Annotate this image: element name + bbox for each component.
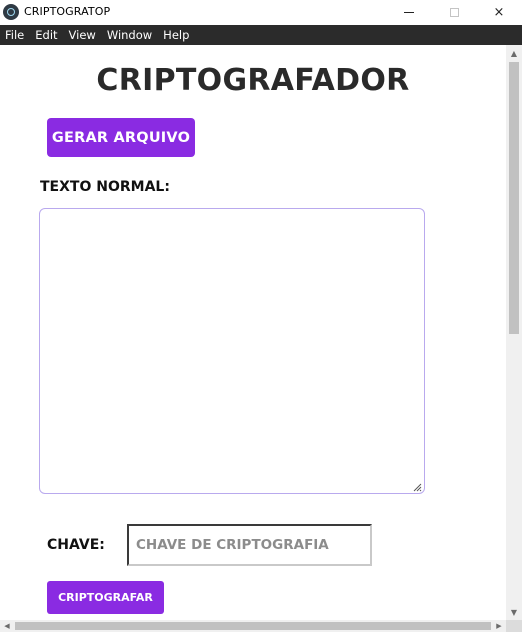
plain-text-input[interactable] xyxy=(39,208,425,494)
close-button[interactable]: × xyxy=(476,0,522,25)
window-title: CRIPTOGRATOP xyxy=(24,5,111,18)
main-content: CRIPTOGRAFADOR GERAR ARQUIVO TEXTO NORMA… xyxy=(0,45,506,620)
vertical-scroll-thumb[interactable] xyxy=(509,62,519,334)
plain-text-label: TEXTO NORMAL: xyxy=(40,179,170,195)
window-titlebar: CRIPTOGRATOP × xyxy=(0,0,522,25)
scroll-down-arrow-icon[interactable]: ▼ xyxy=(506,604,522,620)
page-title: CRIPTOGRAFADOR xyxy=(96,63,410,98)
key-label: CHAVE: xyxy=(47,537,105,553)
horizontal-scroll-thumb[interactable] xyxy=(15,622,491,630)
menu-view[interactable]: View xyxy=(69,25,96,45)
vertical-scrollbar[interactable]: ▲ ▼ xyxy=(506,45,522,620)
menu-file[interactable]: File xyxy=(5,25,24,45)
generate-file-button[interactable]: GERAR ARQUIVO xyxy=(47,118,195,157)
electron-atom-icon xyxy=(3,4,19,20)
scroll-left-arrow-icon[interactable]: ◀ xyxy=(0,620,14,632)
scrollbar-corner xyxy=(506,620,522,632)
resize-grip-icon[interactable] xyxy=(412,482,422,492)
encrypt-button[interactable]: CRIPTOGRAFAR xyxy=(47,581,164,614)
maximize-icon xyxy=(449,8,459,17)
close-icon: × xyxy=(493,5,505,20)
menu-bar: File Edit View Window Help xyxy=(0,25,522,45)
menu-help[interactable]: Help xyxy=(163,25,189,45)
key-input[interactable] xyxy=(127,524,372,566)
menu-window[interactable]: Window xyxy=(107,25,152,45)
horizontal-scrollbar[interactable]: ◀ ▶ xyxy=(0,620,506,632)
minimize-icon xyxy=(404,12,414,13)
scroll-right-arrow-icon[interactable]: ▶ xyxy=(492,620,506,632)
maximize-button[interactable] xyxy=(431,0,477,25)
scroll-up-arrow-icon[interactable]: ▲ xyxy=(506,45,522,61)
minimize-button[interactable] xyxy=(386,0,432,25)
menu-edit[interactable]: Edit xyxy=(35,25,57,45)
